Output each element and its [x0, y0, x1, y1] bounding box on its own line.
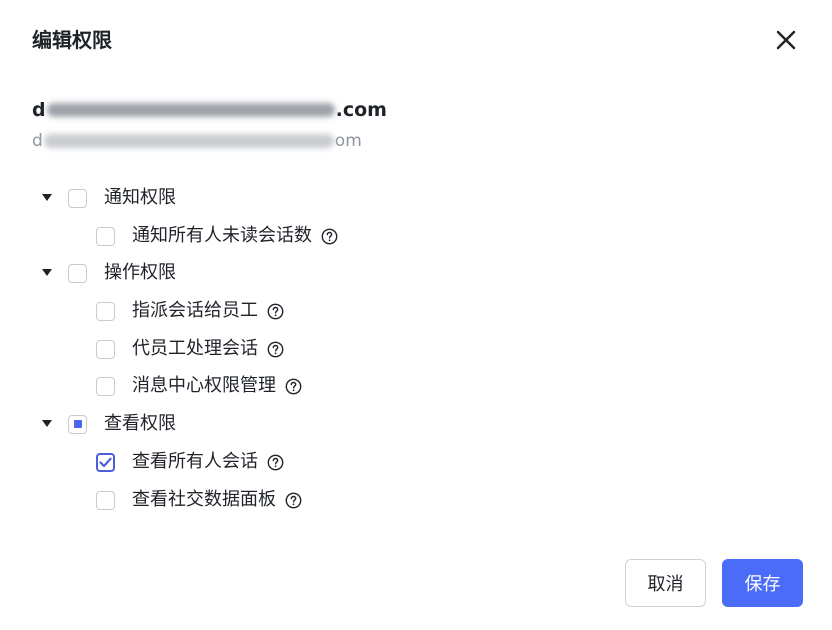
- account-email-primary: d .com: [32, 96, 387, 124]
- edit-permissions-dialog: 编辑权限 d .com d om 通知权限 通知所有人未读会话数 操作权限 指派…: [0, 0, 832, 630]
- question-circle-icon[interactable]: [284, 377, 302, 395]
- group-label: 查看权限: [104, 413, 176, 434]
- group-label: 操作权限: [104, 262, 176, 283]
- cancel-button[interactable]: 取消: [625, 559, 706, 607]
- item-checkbox[interactable]: [96, 376, 115, 396]
- redacted-email-blur: [43, 134, 334, 148]
- permission-item: 消息中心权限管理: [96, 371, 302, 401]
- account-email-secondary: d om: [32, 128, 362, 154]
- expand-caret-icon[interactable]: [40, 191, 54, 205]
- group-checkbox-indeterminate[interactable]: [68, 414, 87, 434]
- item-label: 通知所有人未读会话数: [132, 225, 312, 246]
- question-circle-icon[interactable]: [320, 227, 338, 245]
- close-button[interactable]: [768, 22, 804, 58]
- email-primary-prefix: d: [32, 99, 46, 121]
- group-label: 通知权限: [104, 187, 176, 208]
- item-checkbox[interactable]: [96, 339, 115, 359]
- group-checkbox[interactable]: [68, 188, 87, 208]
- permission-group-operate: 操作权限: [40, 258, 176, 288]
- item-label: 指派会话给员工: [132, 300, 258, 321]
- check-icon: [99, 457, 112, 467]
- item-label: 查看社交数据面板: [132, 489, 276, 510]
- item-checkbox[interactable]: [96, 490, 115, 510]
- item-label: 消息中心权限管理: [132, 375, 276, 396]
- email-secondary-prefix: d: [32, 131, 43, 151]
- question-circle-icon[interactable]: [266, 453, 284, 471]
- expand-caret-icon[interactable]: [40, 266, 54, 280]
- item-checkbox[interactable]: [96, 301, 115, 321]
- email-primary-suffix: .com: [335, 99, 387, 121]
- question-circle-icon[interactable]: [266, 340, 284, 358]
- permission-group-notify: 通知权限: [40, 183, 176, 213]
- permission-group-view: 查看权限: [40, 409, 176, 439]
- permission-item: 查看社交数据面板: [96, 485, 302, 515]
- redacted-email-blur: [46, 103, 335, 117]
- item-checkbox-checked[interactable]: [96, 452, 115, 472]
- item-label: 代员工处理会话: [132, 338, 258, 359]
- question-circle-icon[interactable]: [266, 302, 284, 320]
- permission-item: 查看所有人会话: [96, 447, 284, 477]
- permission-item: 通知所有人未读会话数: [96, 221, 338, 251]
- save-button[interactable]: 保存: [722, 559, 803, 607]
- email-secondary-suffix: om: [334, 131, 362, 151]
- close-icon: [776, 30, 796, 50]
- item-checkbox[interactable]: [96, 226, 115, 246]
- dialog-title: 编辑权限: [32, 28, 112, 52]
- item-label: 查看所有人会话: [132, 451, 258, 472]
- expand-caret-icon[interactable]: [40, 417, 54, 431]
- permission-item: 代员工处理会话: [96, 334, 284, 364]
- permission-item: 指派会话给员工: [96, 296, 284, 326]
- group-checkbox[interactable]: [68, 263, 87, 283]
- indeterminate-mark: [73, 420, 82, 428]
- question-circle-icon[interactable]: [284, 491, 302, 509]
